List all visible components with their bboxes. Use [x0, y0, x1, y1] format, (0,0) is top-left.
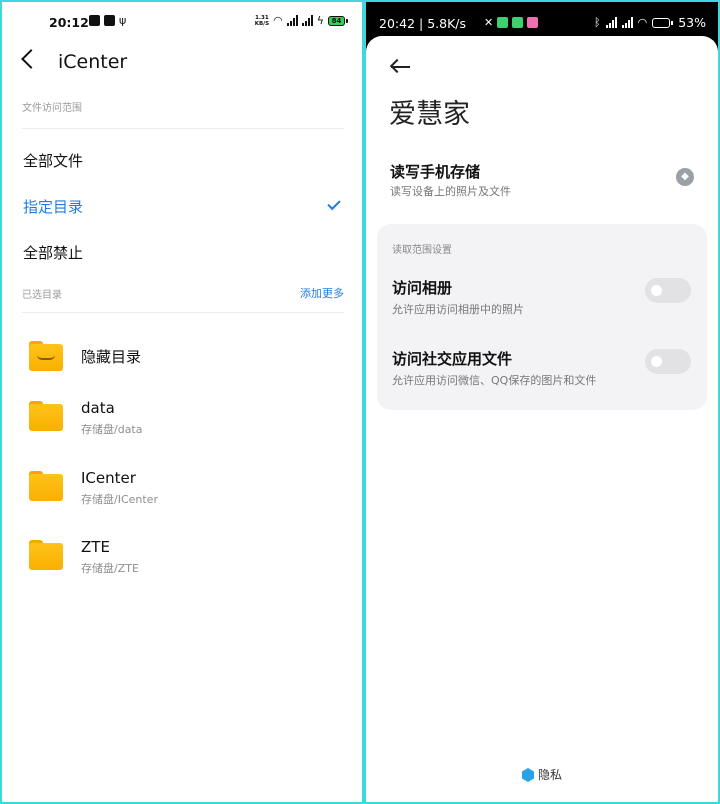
checkmark-icon [327, 196, 341, 211]
page-title: 爱慧家 [389, 99, 470, 130]
privacy-brand: 隐私 [366, 766, 718, 783]
option-specified-dirs[interactable]: 指定目录 [23, 196, 83, 217]
network-speed-unit: KB/S [254, 20, 270, 27]
hidden-eye-icon [37, 355, 55, 360]
folder-icon [29, 471, 63, 501]
folder-path-data: 存储盘/data [81, 423, 143, 436]
divider [22, 128, 344, 129]
social-files-toggle[interactable] [645, 349, 691, 374]
permission-sheet: 爱慧家 读写手机存储 读写设备上的照片及文件 ◆ 读取范围设置 访问相册 允许应… [366, 36, 718, 802]
usb-icon: ψ [119, 14, 127, 27]
app-notification-icon [512, 17, 524, 28]
privacy-logo-icon [521, 768, 534, 782]
battery-level: 84 [328, 15, 345, 26]
folder-icon [29, 401, 63, 431]
wifi-icon: ◠ [273, 14, 283, 27]
left-phone-screen: 20:12 ψ 1.31 KB/S ◠ ϟ 84 iCenter 文件访问范围 … [2, 2, 362, 802]
signal-icon [286, 15, 298, 26]
battery-icon: 84 [328, 15, 348, 26]
folder-icon [29, 341, 63, 371]
folder-name-zte[interactable]: ZTE [81, 538, 110, 556]
scope-settings-label: 读取范围设置 [392, 245, 452, 256]
social-files-title: 访问社交应用文件 [392, 350, 513, 368]
battery-percent: 53% [678, 15, 706, 30]
folder-path-zte: 存储盘/ZTE [81, 562, 139, 575]
app-notification-icon [497, 17, 509, 28]
charging-icon: ϟ [316, 14, 324, 27]
back-chevron-icon[interactable] [21, 49, 41, 69]
signal-icon [605, 17, 617, 28]
signal-icon [621, 17, 633, 28]
network-speed: 5.8K/s [427, 16, 467, 31]
storage-permission-subtitle: 读写设备上的照片及文件 [390, 185, 511, 198]
system-icons: 1.31 KB/S ◠ ϟ 84 [255, 14, 348, 27]
folder-name-hidden[interactable]: 隐藏目录 [81, 346, 141, 367]
bluetooth-icon: ᛒ [593, 16, 601, 29]
privacy-brand-label: 隐私 [537, 768, 562, 782]
system-icons: ᛒ ◠ 53% [594, 15, 706, 30]
album-access-subtitle: 允许应用访问相册中的照片 [392, 303, 524, 316]
message-icon [104, 15, 115, 26]
app-notification-icon [527, 17, 539, 28]
status-time: 20:12 [49, 15, 89, 30]
battery-icon [652, 17, 674, 28]
access-scope-label: 文件访问范围 [22, 103, 82, 114]
right-phone-screen: 20:42 | 5.8K/s ✕ ᛒ ◠ 53% 爱慧家 读写手机存储 读写设备… [366, 2, 718, 802]
back-arrow-icon[interactable] [389, 58, 410, 74]
status-text: 20:42 | 5.8K/s [379, 16, 467, 31]
app-notification-icon [89, 15, 100, 26]
nfc-icon: ✕ [484, 16, 494, 29]
folder-path-icenter: 存储盘/ICenter [81, 493, 158, 506]
social-files-subtitle: 允许应用访问微信、QQ保存的图片和文件 [392, 374, 597, 387]
shield-icon[interactable]: ◆ [676, 168, 694, 186]
add-more-link[interactable]: 添加更多 [300, 285, 344, 301]
signal-icon [301, 15, 313, 26]
folder-icon [29, 540, 63, 570]
top-bar: iCenter [2, 48, 362, 78]
folder-name-data[interactable]: data [81, 399, 115, 417]
option-all-files[interactable]: 全部文件 [23, 150, 83, 171]
notification-icons: ✕ [484, 16, 539, 29]
album-access-title: 访问相册 [392, 279, 453, 297]
storage-permission-title[interactable]: 读写手机存储 [390, 161, 480, 182]
option-deny-all[interactable]: 全部禁止 [23, 242, 83, 263]
folder-name-icenter[interactable]: ICenter [81, 469, 136, 487]
wifi-icon: ◠ [637, 16, 648, 29]
scope-settings-card: 读取范围设置 访问相册 允许应用访问相册中的照片 访问社交应用文件 允许应用访问… [377, 224, 707, 410]
status-time: 20:42 [379, 16, 416, 31]
notification-icons: ψ [89, 15, 126, 26]
page-title: iCenter [58, 51, 128, 73]
status-bar: 20:12 ψ 1.31 KB/S ◠ ϟ 84 [2, 2, 362, 42]
network-speed: 1.31 KB/S [255, 15, 269, 27]
album-access-toggle[interactable] [645, 278, 691, 303]
selected-dirs-label: 已选目录 [22, 290, 62, 301]
divider [22, 312, 344, 313]
